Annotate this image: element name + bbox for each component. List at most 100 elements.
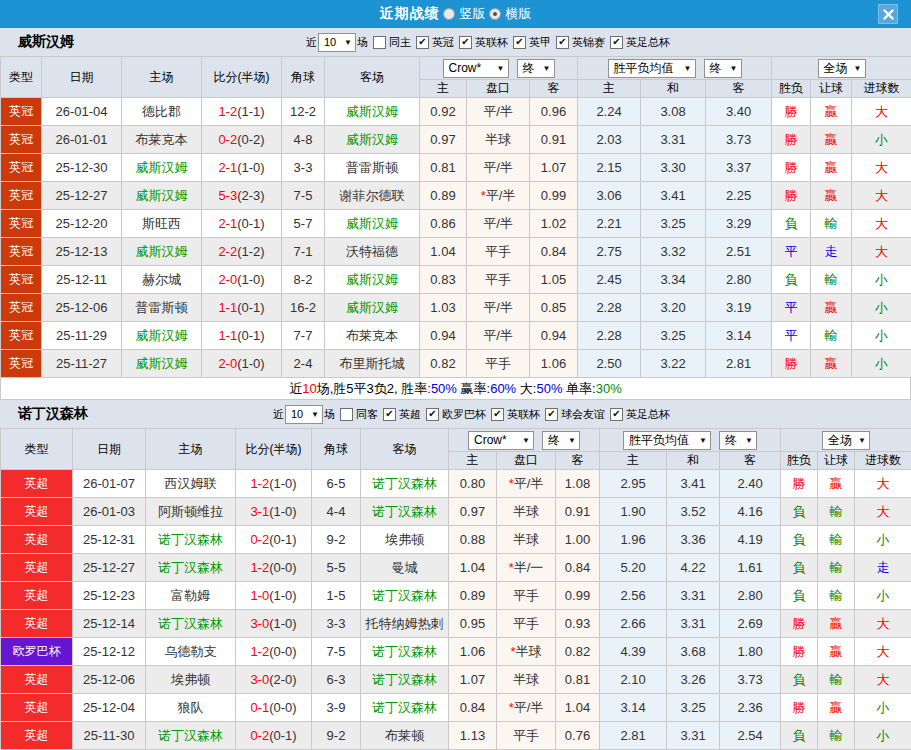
score-cell: 1-2(0-0): [236, 554, 312, 582]
asian-home-odds: 0.83: [420, 266, 467, 294]
outcome-cell: 負: [781, 526, 818, 554]
match-date: 25-12-31: [73, 526, 146, 554]
competition-label-4[interactable]: 英足总杯: [626, 407, 670, 422]
handicap-result-cell: 輸: [818, 666, 855, 694]
competition-checkbox-2[interactable]: [491, 408, 504, 421]
competition-checkbox-3[interactable]: [556, 36, 569, 49]
column-header: 进球数: [855, 452, 911, 470]
match-row: 英超25-12-04狼队0-1(0-0)3-9诺丁汉森林0.84*平/半1.04…: [1, 694, 911, 722]
competition-checkbox-1[interactable]: [459, 36, 472, 49]
competition-badge: 英冠: [1, 322, 42, 350]
corners-cell: 6-5: [312, 470, 361, 498]
competition-checkbox-2[interactable]: [513, 36, 526, 49]
radio-button[interactable]: [443, 8, 455, 20]
competition-checkbox-0[interactable]: [416, 36, 429, 49]
competition-label-2[interactable]: 英甲: [529, 35, 551, 50]
home-team: 斯旺西: [122, 210, 202, 238]
euro-away-odds: 3.73: [706, 126, 772, 154]
corners-cell: 1-5: [312, 582, 361, 610]
competition-checkbox-3[interactable]: [545, 408, 558, 421]
competition-label-0[interactable]: 英超: [399, 407, 421, 422]
column-header: 客场: [361, 429, 449, 470]
competition-label-4[interactable]: 英足总杯: [626, 35, 670, 50]
asian-away-odds: 1.05: [530, 266, 578, 294]
match-date: 25-12-04: [73, 694, 146, 722]
competition-checkbox-4[interactable]: [610, 36, 623, 49]
handicap-line: 平/半: [467, 98, 530, 126]
competition-label-3[interactable]: 英锦赛: [572, 35, 605, 50]
scope-select-value: 全场: [824, 60, 848, 77]
home-team: 威斯汉姆: [122, 350, 202, 378]
competition-label-1[interactable]: 欧罗巴杯: [442, 407, 486, 422]
score-cell: 1-1(0-1): [202, 322, 282, 350]
scope-select[interactable]: 全场▼: [822, 431, 870, 450]
handicap-text: 半球: [485, 132, 511, 147]
final-select[interactable]: 终▼: [517, 59, 555, 78]
view-option-horizontal: 横版: [489, 5, 532, 23]
match-row: 英超25-12-06埃弗顿3-0(2-0)6-3诺丁汉森林1.07半球0.812…: [1, 666, 911, 694]
match-row: 英冠26-01-04德比郡1-2(1-1)12-2威斯汉姆0.92平/半0.96…: [1, 98, 911, 126]
handicap-text: 平手: [485, 356, 511, 371]
bookmaker-select[interactable]: Crow*▼: [468, 431, 534, 450]
asian-away-odds: 0.91: [556, 498, 600, 526]
competition-label-3[interactable]: 球会友谊: [561, 407, 605, 422]
fulltime-score: 1-0: [250, 588, 269, 603]
home-team: 诺丁汉森林: [146, 610, 236, 638]
euro-away-odds: 2.81: [706, 350, 772, 378]
radio-label[interactable]: 横版: [506, 5, 532, 23]
competition-label-0[interactable]: 英冠: [432, 35, 454, 50]
same-venue-label[interactable]: 同客: [356, 407, 378, 422]
euro-draw-odds: 3.25: [641, 322, 706, 350]
outcome-cell: 負: [781, 582, 818, 610]
match-date: 25-12-27: [73, 554, 146, 582]
final-select[interactable]: 终▼: [542, 431, 580, 450]
fulltime-score: 3-0: [250, 616, 269, 631]
dropdown-arrow-icon: ▼: [344, 38, 352, 47]
competition-label-1[interactable]: 英联杯: [475, 35, 508, 50]
home-team: 普雷斯顿: [122, 294, 202, 322]
match-count-select[interactable]: 10▼: [285, 405, 323, 424]
match-date: 26-01-03: [73, 498, 146, 526]
same-venue-checkbox[interactable]: [340, 408, 353, 421]
goals-result-cell: 大: [852, 98, 911, 126]
radio-label[interactable]: 竖版: [460, 5, 486, 23]
euro-home-odds: 2.66: [600, 610, 667, 638]
handicap-result-cell: 贏: [818, 638, 855, 666]
match-count-select[interactable]: 10▼: [318, 33, 356, 52]
halftime-score: (2-0): [269, 672, 296, 687]
handicap-line: 平/半: [467, 210, 530, 238]
odds-source-controls-inner: Crow*▼ 终▼: [420, 59, 577, 78]
competition-checkbox-0[interactable]: [383, 408, 396, 421]
euro-away-odds: 4.16: [720, 498, 781, 526]
competition-checkbox-4[interactable]: [610, 408, 623, 421]
final-select[interactable]: 终▼: [704, 59, 742, 78]
fulltime-score: 0-1: [250, 700, 269, 715]
handicap-text: 平手: [485, 244, 511, 259]
score-cell: 2-0(1-0): [202, 266, 282, 294]
fulltime-score: 3-1: [250, 504, 269, 519]
same-venue-label[interactable]: 同主: [389, 35, 411, 50]
column-header: 客: [530, 80, 578, 98]
halftime-score: (0-1): [237, 216, 264, 231]
handicap-text: 平/半: [486, 188, 516, 203]
euro-draw-odds: 3.22: [641, 350, 706, 378]
dropdown-arrow-icon: ▼: [730, 64, 738, 73]
outcome-cell: 平: [772, 322, 811, 350]
radio-button-selected[interactable]: [489, 8, 501, 20]
final-select-value: 终: [710, 60, 722, 77]
scope-select[interactable]: 全场▼: [818, 59, 866, 78]
close-button[interactable]: [878, 4, 898, 24]
halftime-score: (0-2): [237, 132, 264, 147]
final-select[interactable]: 终▼: [719, 431, 757, 450]
competition-checkbox-1[interactable]: [426, 408, 439, 421]
asian-away-odds: 0.85: [530, 294, 578, 322]
final-select-value: 终: [725, 432, 737, 449]
bookmaker-select[interactable]: Crow*▼: [443, 59, 509, 78]
scope-controls: 全场▼: [781, 429, 911, 452]
same-venue-checkbox[interactable]: [373, 36, 386, 49]
goals-result-cell: 小: [855, 582, 911, 610]
competition-label-2[interactable]: 英联杯: [507, 407, 540, 422]
outcome-cell: 勝: [772, 126, 811, 154]
avg-odds-select[interactable]: 胜平负均值▼: [608, 59, 696, 78]
avg-odds-select[interactable]: 胜平负均值▼: [623, 431, 711, 450]
